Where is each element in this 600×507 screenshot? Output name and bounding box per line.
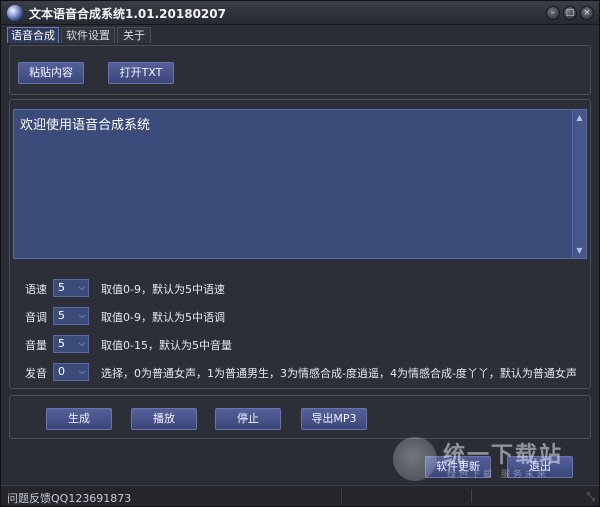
speed-value: 5 [58, 281, 65, 294]
speed-label: 语速 [25, 283, 47, 296]
text-editor[interactable]: 欢迎使用语音合成系统 ▲ ▼ [13, 109, 587, 259]
paste-content-button[interactable]: 粘贴内容 [18, 62, 84, 84]
scroll-down-icon[interactable]: ▼ [573, 244, 586, 257]
watermark-title: 统一下载站 [443, 443, 564, 468]
pitch-select[interactable]: 5 ⌵ [53, 307, 89, 325]
watermark: 统一下载站 绿色下载 服务未来 [391, 433, 597, 485]
voice-value: 0 [58, 365, 65, 378]
volume-value: 5 [58, 337, 65, 350]
tab-about[interactable]: 关于 [117, 27, 151, 43]
generate-button[interactable]: 生成 [46, 408, 112, 430]
voice-select[interactable]: 0 ⌵ [53, 363, 89, 381]
editor-scrollbar[interactable]: ▲ ▼ [572, 110, 586, 258]
voice-label: 发音 [25, 367, 47, 380]
feedback-text: 问题反馈QQ123691873 [7, 492, 132, 505]
pitch-hint: 取值0-9，默认为5中语调 [101, 311, 225, 324]
status-divider [471, 489, 472, 503]
play-button[interactable]: 播放 [131, 408, 197, 430]
chevron-down-icon: ⌵ [78, 283, 85, 292]
app-logo-icon [7, 5, 23, 21]
editor-text: 欢迎使用语音合成系统 [20, 118, 151, 133]
volume-hint: 取值0-15，默认为5中音量 [101, 339, 232, 352]
speed-select[interactable]: 5 ⌵ [53, 279, 89, 297]
chevron-down-icon: ⌵ [78, 367, 85, 376]
export-mp3-button[interactable]: 导出MP3 [301, 408, 367, 430]
chevron-down-icon: ⌵ [78, 311, 85, 320]
watermark-logo-icon [393, 437, 437, 481]
open-txt-button[interactable]: 打开TXT [108, 62, 174, 84]
pitch-label: 音调 [25, 311, 47, 324]
status-bar: 问题反馈QQ123691873 ⤡ [1, 485, 599, 506]
tab-software-settings[interactable]: 软件设置 [61, 27, 115, 43]
tab-speech-synthesis[interactable]: 语音合成 [7, 27, 59, 43]
pitch-value: 5 [58, 309, 65, 322]
resize-grip-icon[interactable]: ⤡ [586, 490, 595, 504]
window-title: 文本语音合成系统1.01.20180207 [29, 7, 226, 21]
app-window: 文本语音合成系统1.01.20180207 – □ × 语音合成 软件设置 关于… [0, 0, 600, 507]
close-button[interactable]: × [580, 6, 594, 20]
title-bar[interactable]: 文本语音合成系统1.01.20180207 – □ × [1, 1, 599, 25]
chevron-down-icon: ⌵ [78, 339, 85, 348]
speed-hint: 取值0-9，默认为5中语速 [101, 283, 225, 296]
watermark-subtitle: 绿色下载 服务未来 [447, 470, 549, 480]
volume-select[interactable]: 5 ⌵ [53, 335, 89, 353]
restore-button[interactable]: □ [563, 6, 577, 20]
scroll-up-icon[interactable]: ▲ [573, 111, 586, 124]
stop-button[interactable]: 停止 [215, 408, 281, 430]
volume-label: 音量 [25, 339, 47, 352]
status-divider [341, 489, 342, 503]
input-source-panel: 粘贴内容 打开TXT [9, 45, 591, 95]
voice-hint: 选择，0为普通女声，1为普通男生，3为情感合成-度逍遥，4为情感合成-度丫丫，默… [101, 367, 577, 380]
minimize-button[interactable]: – [546, 6, 560, 20]
